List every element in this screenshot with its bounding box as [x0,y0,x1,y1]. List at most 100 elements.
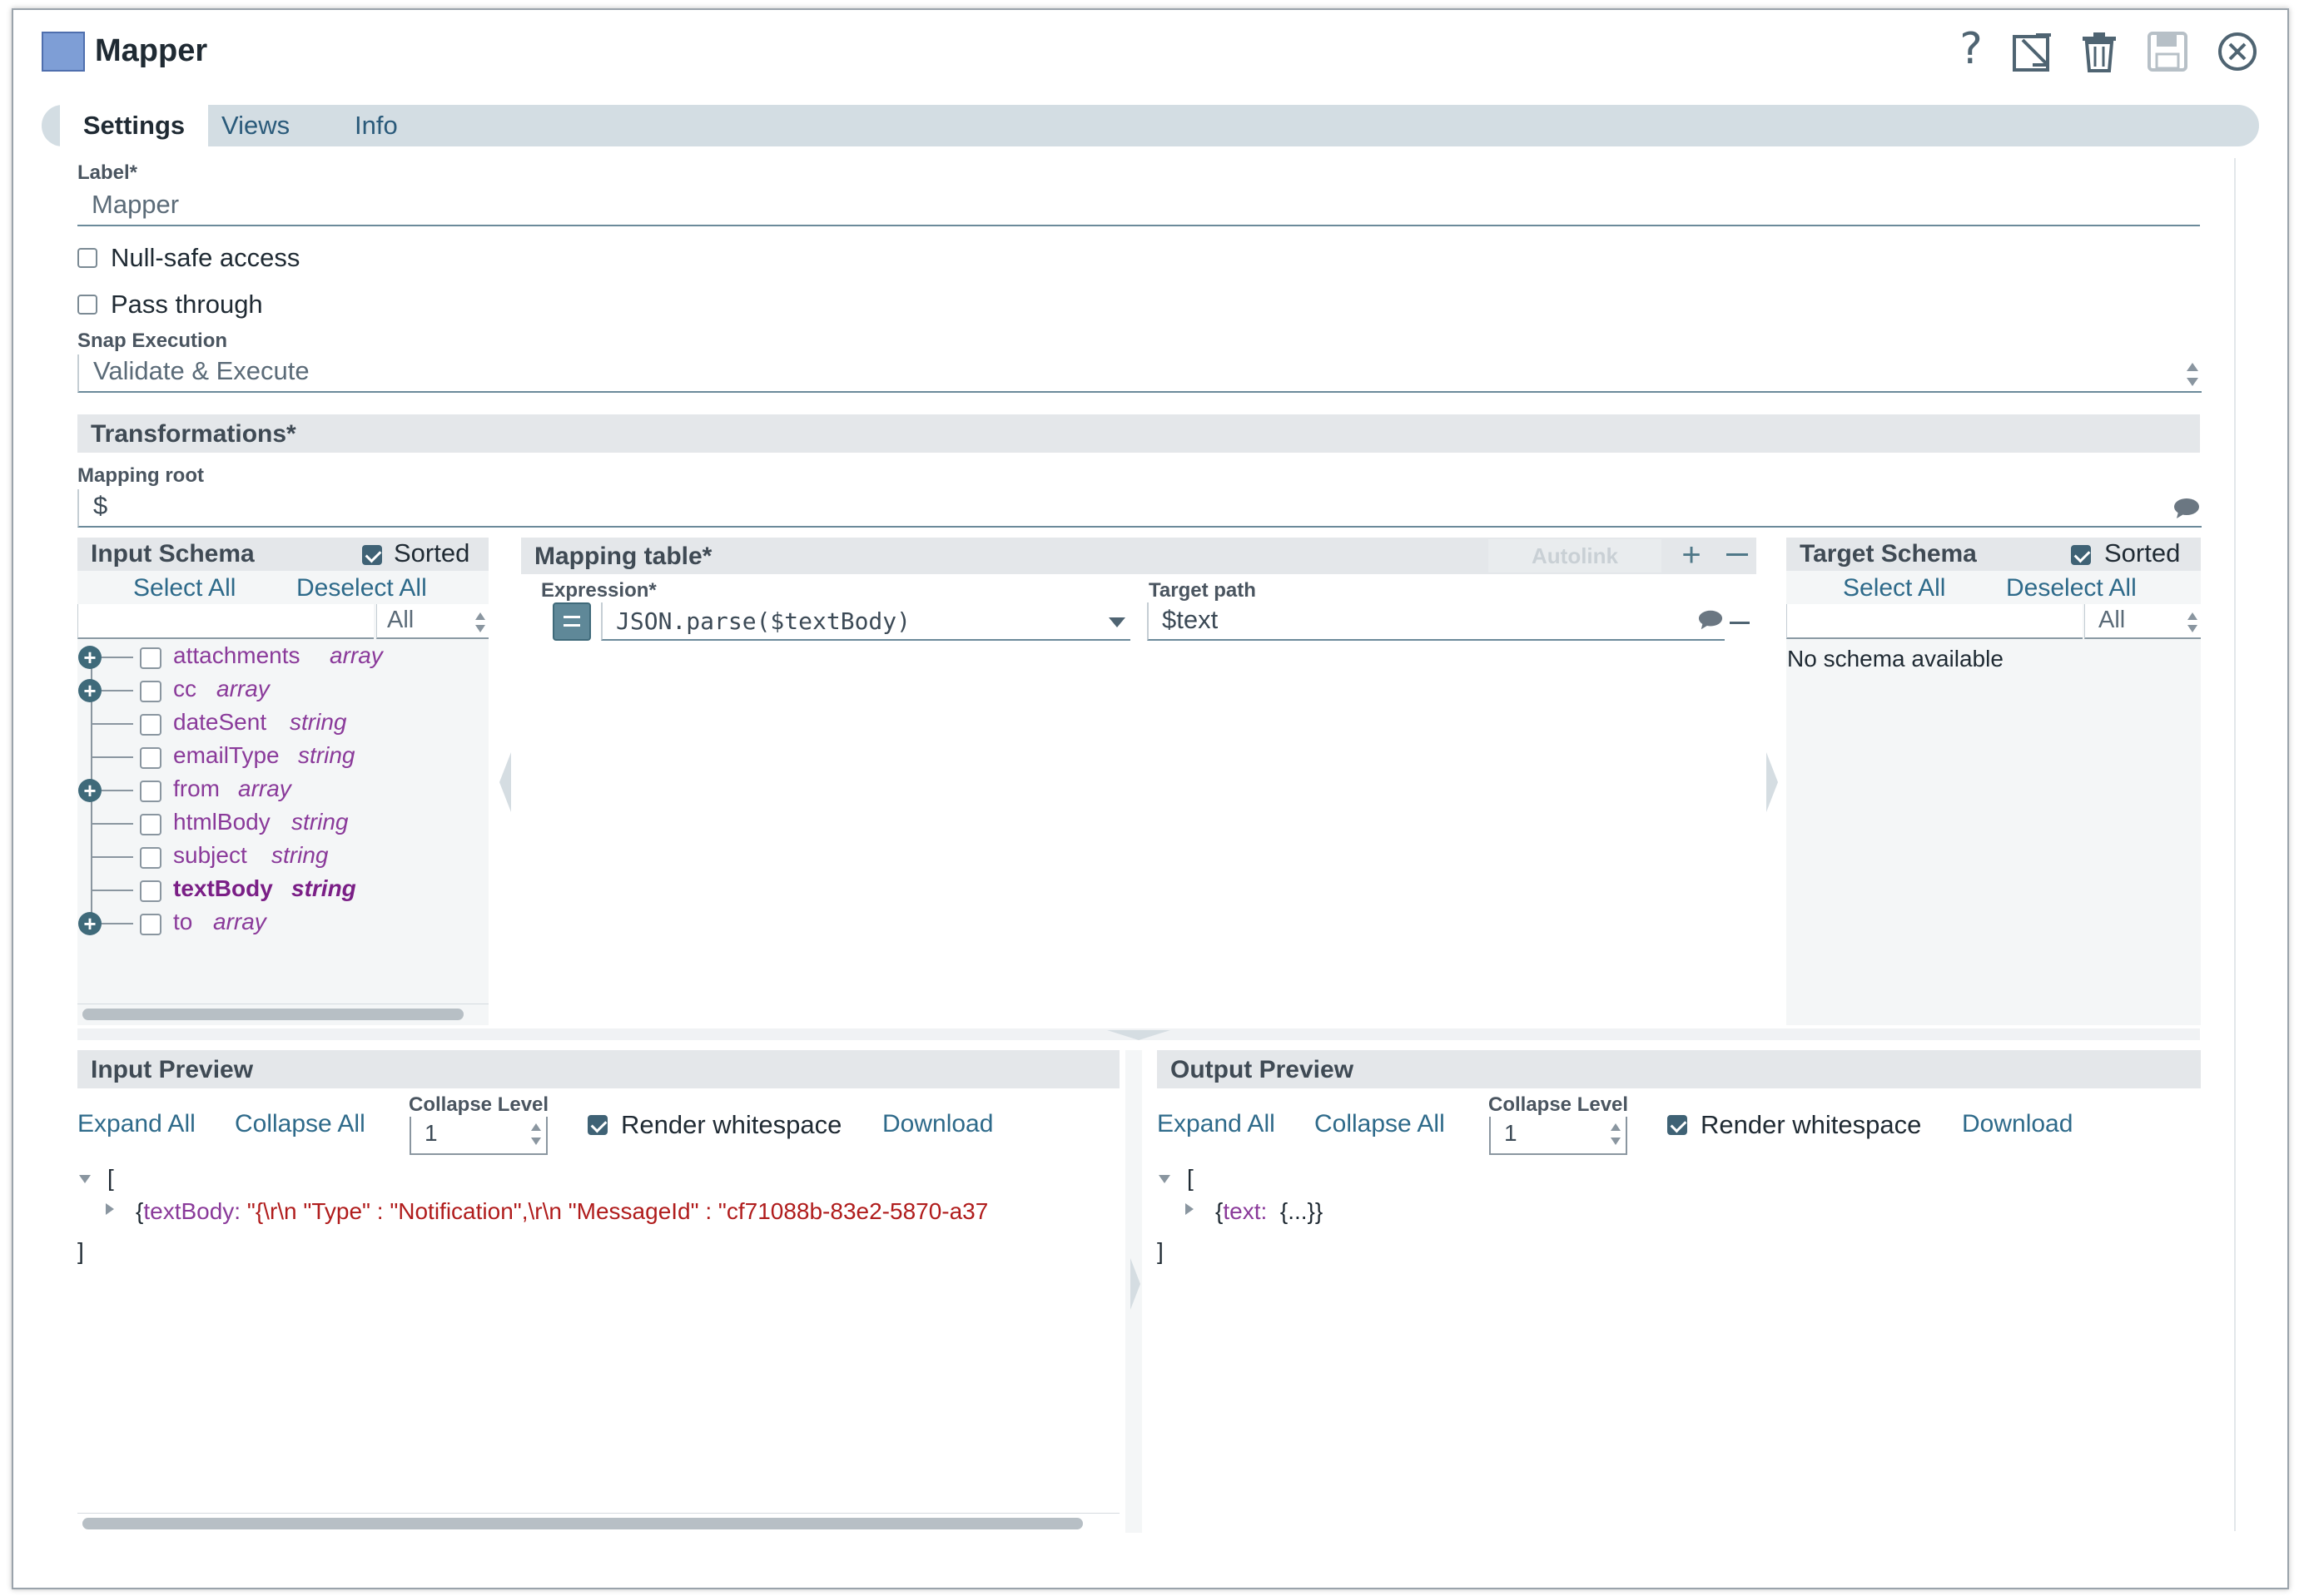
transformations-bar [77,414,2200,453]
target-sorted-checkbox[interactable] [2071,545,2091,565]
input-collapse-all[interactable]: Collapse All [235,1110,365,1138]
json-row[interactable]: {text: {...}} [1215,1198,1323,1225]
transformations-title: Transformations* [91,420,296,448]
output-collapse-level-caption: Collapse Level [1488,1093,1629,1116]
schema-field-type: string [290,709,347,735]
stepper-arrows-icon[interactable] [529,1122,543,1147]
save-icon[interactable] [2144,28,2191,75]
stepper-arrows-icon[interactable] [1609,1122,1622,1147]
expression-toggle-button[interactable] [553,602,591,641]
remove-mapping-minus-icon[interactable] [1730,622,1750,624]
schema-field-checkbox[interactable] [140,747,161,769]
input-sorted-checkbox[interactable] [362,545,382,565]
expand-plus-icon[interactable]: + [78,646,102,669]
expand-plus-icon[interactable]: + [78,912,102,935]
input-schema-scrollbar[interactable] [77,1004,489,1021]
input-download-link[interactable]: Download [882,1110,993,1138]
add-row-plus-icon[interactable]: + [1676,538,1706,574]
output-collapse-level-stepper[interactable]: 1 [1489,1117,1627,1155]
schema-field-checkbox[interactable] [140,880,161,902]
chevron-down-icon[interactable] [1107,616,1127,629]
label-input[interactable]: Mapper [77,188,2200,226]
schema-field-checkbox[interactable] [140,681,161,702]
output-download-link[interactable]: Download [1962,1110,2073,1138]
input-schema-filter[interactable]: All [376,604,489,639]
input-schema-search[interactable] [77,604,374,639]
schema-field-name: attachments [173,642,300,668]
schema-field-type: string [291,875,356,901]
tree-expand-icon[interactable] [104,1202,116,1217]
mapping-root-input[interactable]: $ [77,489,2202,528]
remove-row-minus-icon[interactable] [1726,553,1748,556]
dialog-scroll-track[interactable] [2234,158,2236,1531]
schema-field-name: to [173,909,193,934]
target-schema-search[interactable] [1786,604,2083,639]
no-schema-message: No schema available [1787,646,2004,672]
collapse-right-arrow-icon[interactable] [1765,749,1780,815]
null-safe-checkbox[interactable] [77,248,97,268]
input-render-whitespace-checkbox[interactable] [588,1115,608,1135]
target-schema-filter[interactable]: All [2084,604,2201,639]
target-deselect-all[interactable]: Deselect All [2006,574,2137,602]
scrollbar-thumb[interactable] [82,1009,464,1020]
expand-plus-icon[interactable]: + [78,679,102,702]
pass-through-checkbox[interactable] [77,295,97,315]
mapping-root-caption: Mapping root [77,464,204,487]
tree-collapse-icon[interactable] [1157,1173,1172,1185]
schema-field-name: from [173,776,220,801]
schema-field-checkbox[interactable] [140,847,161,869]
schema-field-checkbox[interactable] [140,781,161,802]
input-expand-all[interactable]: Expand All [77,1110,196,1138]
splitter-arrow-icon[interactable] [1105,1028,1172,1042]
trash-icon[interactable] [2076,28,2123,75]
close-icon[interactable] [2214,28,2261,75]
json-row[interactable]: {textBody: "{\r\n "Type" : "Notification… [136,1198,988,1225]
expression-input[interactable]: JSON.parse($textBody) [601,602,1130,641]
target-sorted-label: Sorted [2104,538,2181,568]
expression-value: JSON.parse($textBody) [616,607,911,635]
splitter-right-arrow-icon[interactable] [1129,1255,1142,1313]
schema-field-checkbox[interactable] [140,714,161,736]
input-collapse-level-value: 1 [425,1120,438,1146]
tab-settings[interactable]: Settings [60,105,208,146]
scrollbar-thumb[interactable] [82,1518,1083,1529]
input-schema-title: Input Schema [91,540,255,568]
input-preview-title: Input Preview [91,1056,254,1083]
schema-field-name: textBody [173,875,273,901]
snap-execution-select[interactable]: Validate & Execute [77,354,2202,393]
schema-field-checkbox[interactable] [140,914,161,935]
input-preview-scrollbar[interactable] [77,1513,1120,1532]
autolink-button[interactable]: Autolink [1488,539,1661,572]
mapping-table-title: Mapping table* [534,543,713,570]
select-arrows-icon [2187,363,2198,386]
tree-branch [92,756,133,758]
svg-text:?: ? [1959,27,1983,70]
input-deselect-all[interactable]: Deselect All [296,574,427,602]
target-path-input[interactable]: $text [1147,602,1725,641]
tab-views[interactable]: Views [221,105,290,146]
schema-field-name: cc [173,676,196,701]
schema-field-checkbox[interactable] [140,814,161,835]
schema-field-type: string [298,742,355,768]
input-collapse-level-stepper[interactable]: 1 [410,1117,548,1155]
expand-plus-icon[interactable]: + [78,779,102,802]
output-expand-all[interactable]: Expand All [1157,1110,1275,1138]
input-select-all[interactable]: Select All [133,574,236,602]
tree-branch [92,890,133,891]
collapse-left-arrow-icon[interactable] [498,749,513,815]
tree-expand-icon[interactable] [1184,1202,1195,1217]
schema-field-type: array [213,909,266,934]
tree-collapse-icon[interactable] [77,1173,92,1185]
select-arrows-icon [2187,612,2197,632]
schema-field-checkbox[interactable] [140,647,161,669]
comment-icon[interactable] [2173,498,2200,519]
export-icon[interactable] [2009,28,2056,75]
output-render-whitespace-checkbox[interactable] [1667,1115,1687,1135]
tab-info[interactable]: Info [355,105,398,146]
output-collapse-all[interactable]: Collapse All [1314,1110,1445,1138]
tree-branch [102,923,133,924]
json-close-bracket: ] [1157,1238,1164,1264]
target-select-all[interactable]: Select All [1843,574,1945,602]
help-icon[interactable]: ? [1948,25,1994,72]
comment-icon[interactable] [1698,609,1723,631]
